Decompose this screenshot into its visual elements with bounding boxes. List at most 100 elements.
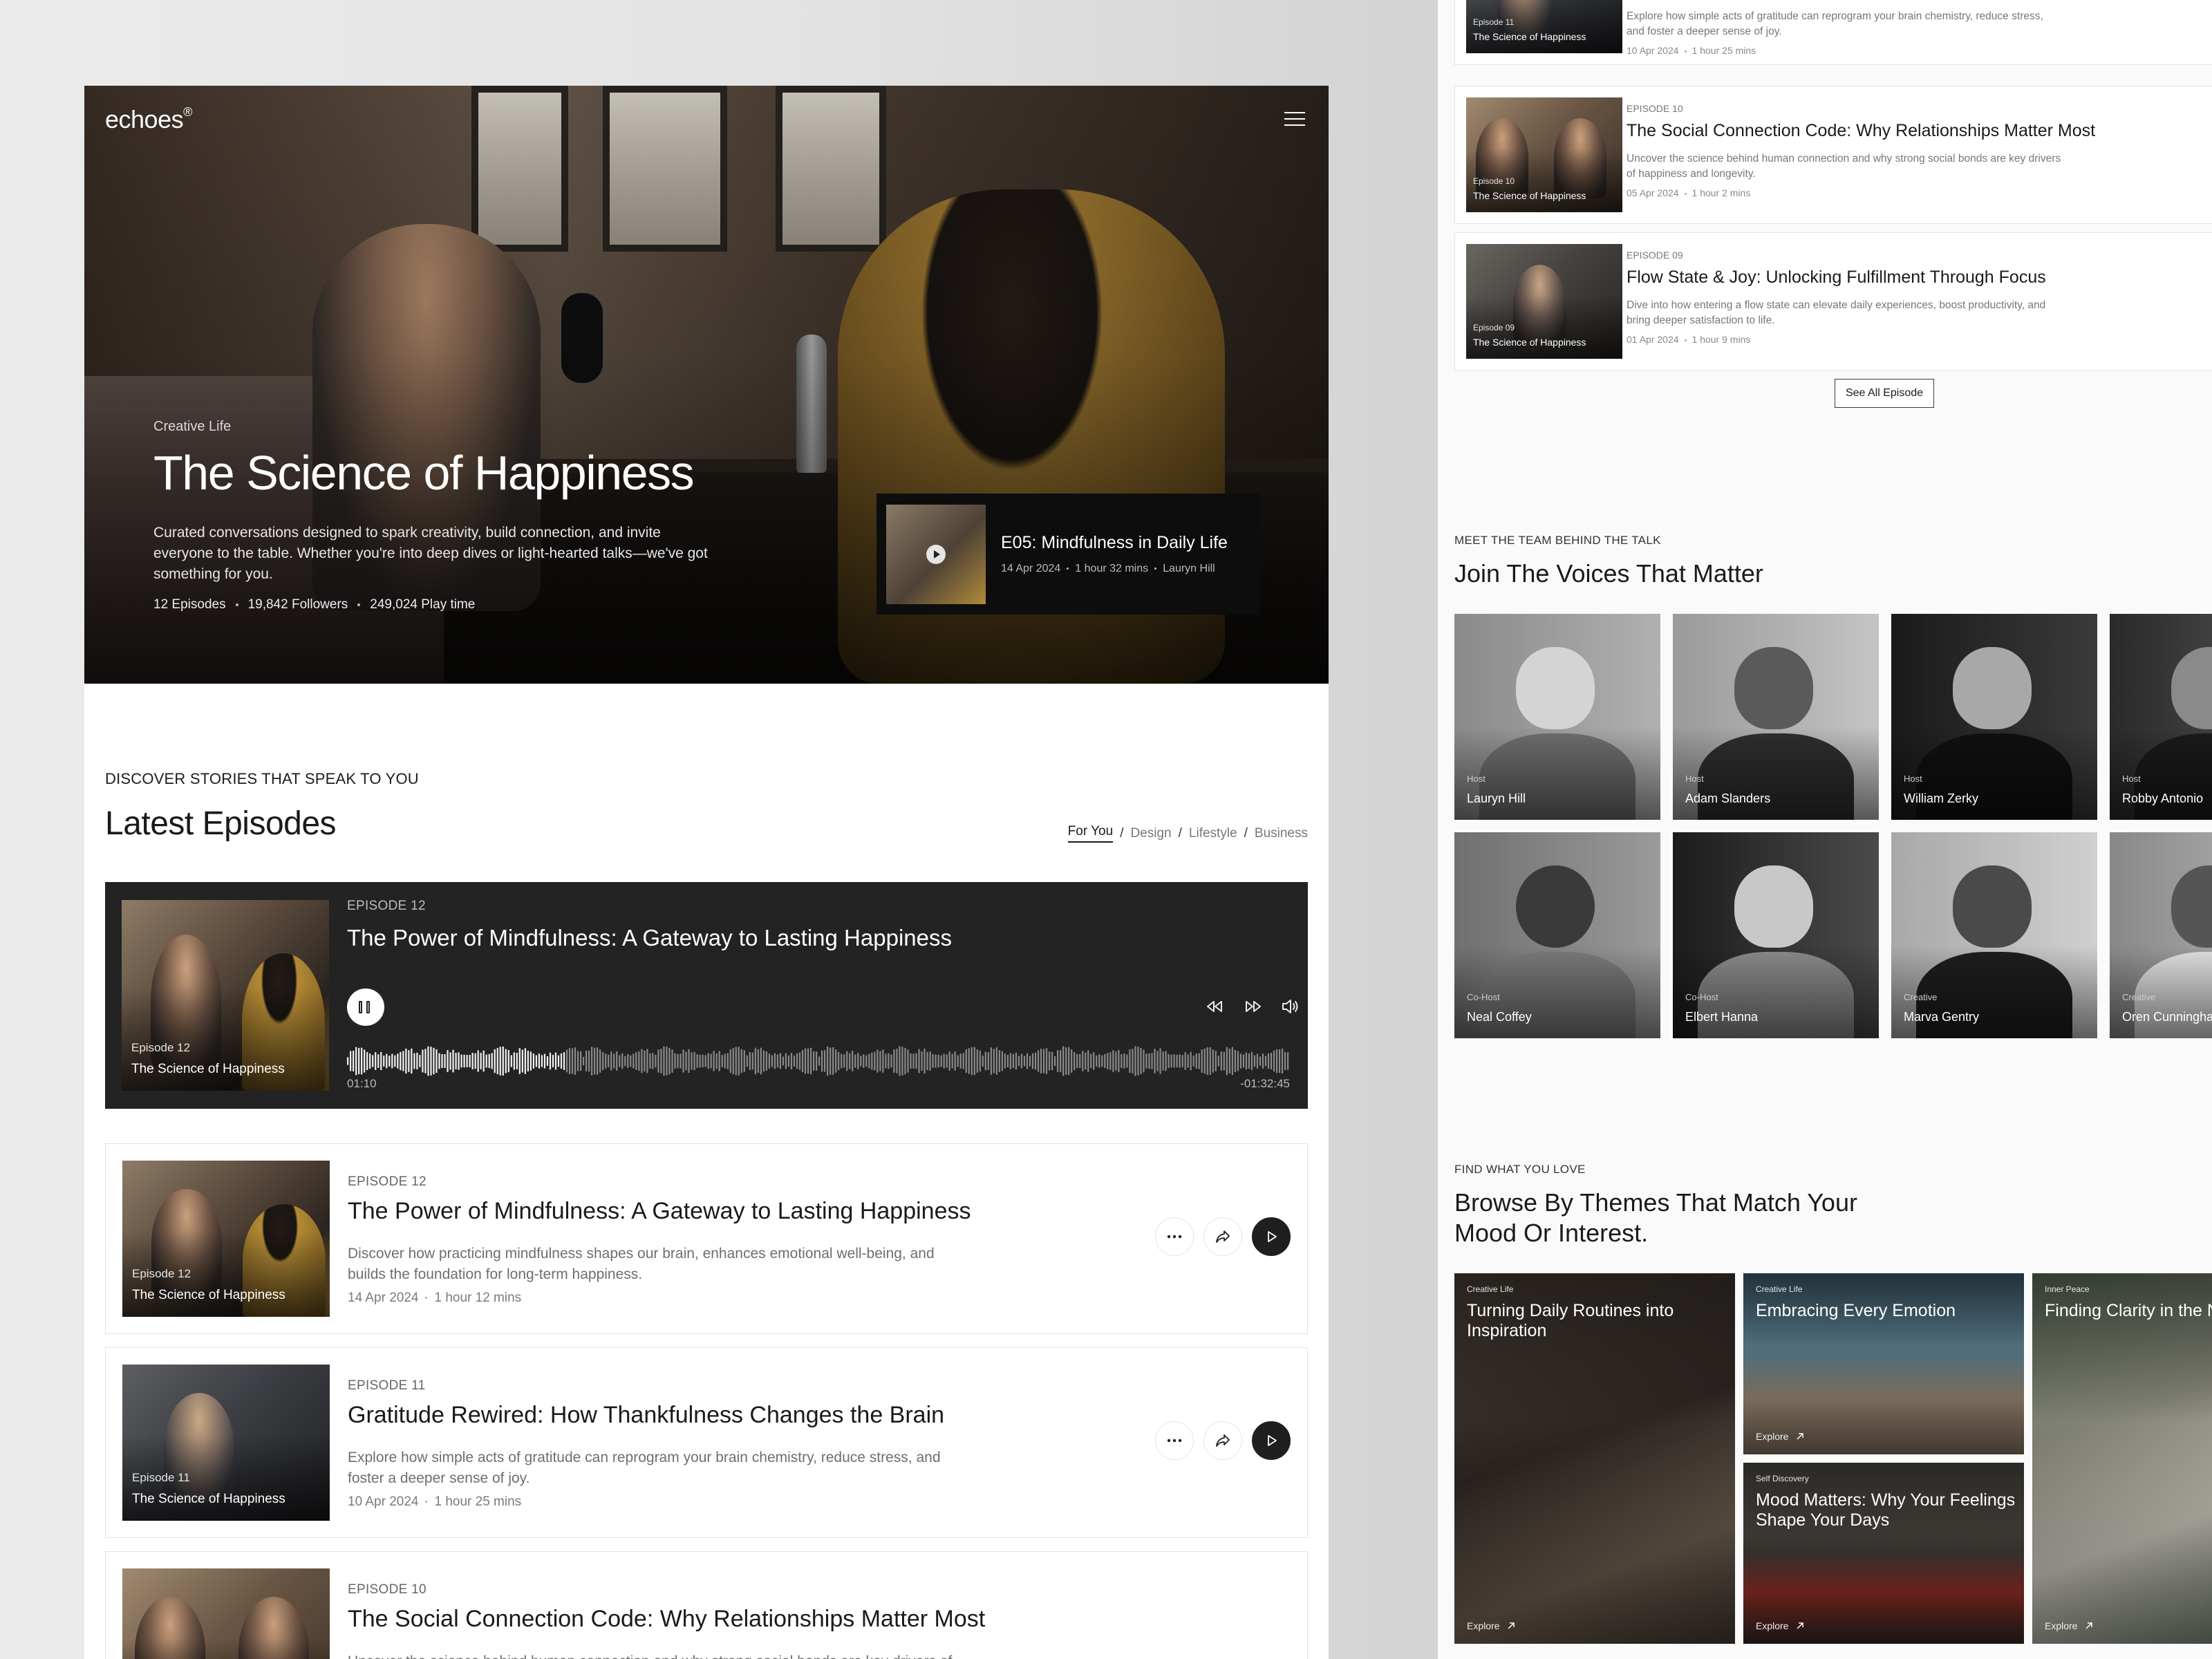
filter-business[interactable]: Business bbox=[1255, 826, 1308, 841]
waveform-bar bbox=[469, 1054, 471, 1068]
waveform-bar bbox=[740, 1049, 742, 1074]
waveform-bar bbox=[602, 1051, 604, 1071]
waveform-bar bbox=[652, 1053, 654, 1069]
theme-card[interactable]: Inner Peace Finding Clarity in the Noise… bbox=[2032, 1273, 2212, 1644]
team-member-card[interactable]: Creative Marva Gentry bbox=[1891, 832, 2097, 1038]
waveform-bar bbox=[987, 1052, 989, 1070]
waveform-bar bbox=[704, 1055, 706, 1067]
more-button[interactable] bbox=[1155, 1217, 1194, 1256]
team-member-card[interactable]: Host Adam Slanders bbox=[1673, 614, 1879, 820]
episode-title[interactable]: The Social Connection Code: Why Relation… bbox=[348, 1606, 985, 1633]
waveform-bar bbox=[361, 1047, 363, 1075]
explore-link[interactable]: Explore bbox=[1756, 1620, 1805, 1631]
episode-thumbnail[interactable]: Episode 12 The Science of Happiness bbox=[122, 1161, 330, 1317]
waveform-scrubber[interactable] bbox=[347, 1030, 1290, 1092]
more-button[interactable] bbox=[1155, 1421, 1194, 1460]
waveform-bar bbox=[874, 1051, 876, 1071]
episode-label: EPISODE 09 bbox=[1627, 250, 1683, 261]
waveform-bar bbox=[865, 1055, 868, 1067]
share-button[interactable] bbox=[1203, 1217, 1242, 1256]
waveform-bar bbox=[488, 1053, 490, 1069]
theme-card[interactable]: Creative Life Embracing Every Emotion Ex… bbox=[1743, 1273, 2024, 1454]
play-button[interactable] bbox=[1252, 1421, 1291, 1460]
team-member-card[interactable]: Creative Oren Cunningham bbox=[2110, 832, 2212, 1038]
waveform-bar bbox=[1076, 1053, 1078, 1069]
waveform-bar bbox=[815, 1051, 818, 1071]
waveform-bar bbox=[1176, 1054, 1178, 1068]
episode-thumbnail[interactable]: Episode 09 The Science of Happiness bbox=[1466, 244, 1622, 359]
waveform-bar bbox=[524, 1048, 526, 1074]
waveform-bar bbox=[849, 1053, 851, 1069]
waveform-bar bbox=[1212, 1049, 1214, 1073]
episode-row[interactable]: EPISODE 10 The Social Connection Code: W… bbox=[105, 1551, 1308, 1659]
volume-icon[interactable] bbox=[1280, 996, 1301, 1017]
play-button[interactable] bbox=[1252, 1217, 1291, 1256]
team-member-card[interactable]: Co-Host Elbert Hanna bbox=[1673, 832, 1879, 1038]
waveform-bar bbox=[1093, 1052, 1095, 1070]
waveform-bar bbox=[896, 1049, 898, 1074]
right-episode-row[interactable]: Episode 09 The Science of Happiness EPIS… bbox=[1454, 232, 2212, 371]
share-button[interactable] bbox=[1203, 1421, 1242, 1460]
pause-button[interactable] bbox=[347, 988, 384, 1026]
team-member-card[interactable]: Host Lauryn Hill bbox=[1454, 614, 1660, 820]
theme-card[interactable]: Creative Life Turning Daily Routines int… bbox=[1454, 1273, 1735, 1644]
episode-row[interactable]: Episode 11 The Science of Happiness EPIS… bbox=[105, 1347, 1308, 1538]
waveform-bar bbox=[1087, 1050, 1089, 1072]
rewind-icon[interactable] bbox=[1204, 996, 1225, 1017]
explore-link[interactable]: Explore bbox=[2045, 1620, 2094, 1631]
episode-title[interactable]: Flow State & Joy: Unlocking Fulfillment … bbox=[1627, 268, 2046, 288]
fast-forward-icon[interactable] bbox=[1243, 996, 1264, 1017]
team-member-card[interactable]: Host Robby Antonio bbox=[2110, 614, 2212, 820]
right-episode-row[interactable]: Episode 11 The Science of Happiness Expl… bbox=[1454, 0, 2212, 65]
player-episode-label: EPISODE 12 bbox=[347, 899, 426, 913]
waveform-bar bbox=[915, 1053, 917, 1069]
waveform-bar bbox=[383, 1056, 385, 1067]
waveform-bar bbox=[369, 1053, 371, 1069]
team-member-card[interactable]: Co-Host Neal Coffey bbox=[1454, 832, 1660, 1038]
right-episode-row[interactable]: Episode 10 The Science of Happiness EPIS… bbox=[1454, 86, 2212, 224]
waveform-bar bbox=[710, 1053, 712, 1069]
waveform-bar bbox=[538, 1053, 541, 1069]
filter-design[interactable]: Design bbox=[1130, 826, 1171, 841]
explore-link[interactable]: Explore bbox=[1467, 1620, 1516, 1631]
filter-lifestyle[interactable]: Lifestyle bbox=[1189, 826, 1237, 841]
waveform-bar bbox=[438, 1053, 440, 1069]
waveform-bar bbox=[1012, 1053, 1015, 1069]
waveform-bar bbox=[735, 1047, 737, 1076]
episode-title[interactable]: The Power of Mindfulness: A Gateway to L… bbox=[348, 1198, 971, 1225]
theme-card[interactable]: Self Discovery Mood Matters: Why Your Fe… bbox=[1743, 1463, 2024, 1644]
explore-link[interactable]: Explore bbox=[1756, 1431, 1805, 1442]
waveform-bar bbox=[973, 1047, 975, 1076]
arrow-up-right-icon bbox=[1797, 1433, 1804, 1440]
episode-thumbnail[interactable]: Episode 10 The Science of Happiness bbox=[1466, 97, 1622, 212]
episode-row[interactable]: Episode 12 The Science of Happiness EPIS… bbox=[105, 1143, 1308, 1334]
now-playing-meta: 14 Apr 2024 1 hour 32 mins Lauryn Hill bbox=[1001, 563, 1228, 575]
play-icon[interactable] bbox=[926, 544, 946, 564]
waveform-bar bbox=[1148, 1053, 1150, 1069]
episode-thumbnail[interactable]: Episode 11 The Science of Happiness bbox=[122, 1365, 330, 1521]
episode-title[interactable]: Gratitude Rewired: How Thankfulness Chan… bbox=[348, 1402, 944, 1429]
episode-label: EPISODE 12 bbox=[348, 1174, 427, 1189]
waveform-bar bbox=[885, 1053, 887, 1069]
team-member-card[interactable]: Host William Zerky bbox=[1891, 614, 2097, 820]
episode-title[interactable]: The Social Connection Code: Why Relation… bbox=[1627, 121, 2095, 141]
now-playing-card[interactable]: E05: Mindfulness in Daily Life 14 Apr 20… bbox=[877, 494, 1259, 615]
brand-logo[interactable]: echoes® bbox=[105, 105, 192, 134]
filter-for-you[interactable]: For You bbox=[1067, 824, 1114, 843]
menu-icon[interactable] bbox=[1284, 112, 1305, 127]
waveform-bar bbox=[516, 1053, 518, 1069]
waveform-bar bbox=[568, 1048, 571, 1074]
episode-thumbnail[interactable]: Episode 11 The Science of Happiness bbox=[1466, 0, 1622, 53]
waveform-bar bbox=[998, 1050, 1000, 1072]
waveform-bar bbox=[832, 1047, 834, 1076]
waveform-bar bbox=[854, 1054, 856, 1068]
now-playing-thumbnail bbox=[886, 504, 986, 604]
waveform-bar bbox=[702, 1054, 704, 1068]
current-time: 01:10 bbox=[347, 1077, 377, 1090]
see-all-episodes-button[interactable]: See All Episode bbox=[1835, 379, 1934, 408]
waveform-bar bbox=[458, 1052, 460, 1070]
landing-page: echoes® Creative Life The Science of Hap… bbox=[84, 86, 1329, 1659]
player-thumbnail[interactable]: Episode 12 The Science of Happiness bbox=[122, 900, 329, 1091]
waveform-bar bbox=[1217, 1056, 1219, 1067]
episode-thumbnail[interactable] bbox=[122, 1568, 330, 1659]
